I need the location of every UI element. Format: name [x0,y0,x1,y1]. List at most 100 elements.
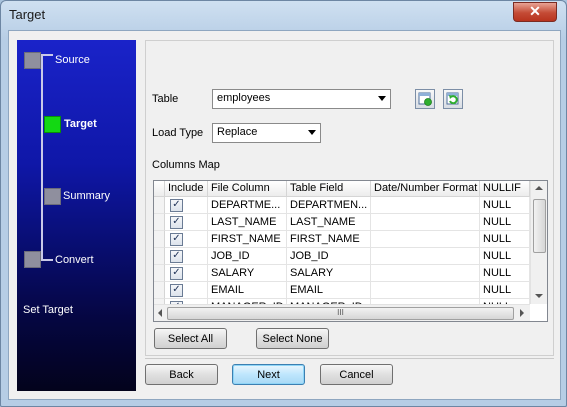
row-header[interactable] [154,231,165,248]
step-node-source [24,52,41,69]
table-select[interactable]: employees [212,89,391,109]
horizontal-scroll-thumb[interactable]: III [167,307,514,320]
footer-divider [145,358,554,359]
step-node-target [44,116,61,133]
table-row[interactable]: ✓ SALARY SALARY NULL [154,265,530,282]
step-label-source: Source [55,54,90,66]
row-header[interactable] [154,248,165,265]
include-checkbox[interactable]: ✓ [170,216,183,229]
select-all-button[interactable]: Select All [154,328,227,349]
row-header-corner [154,181,165,197]
column-header-date-number-format[interactable]: Date/Number Format [371,181,480,197]
column-header-file-column[interactable]: File Column [208,181,287,197]
nullif-cell[interactable]: NULL [480,214,530,231]
include-checkbox[interactable]: ✓ [170,250,183,263]
chevron-down-icon [308,130,316,135]
include-cell[interactable]: ✓ [165,265,208,282]
sidebar-caption: Set Target [23,304,73,316]
include-cell[interactable]: ✓ [165,248,208,265]
back-button[interactable]: Back [145,364,218,385]
file-column-cell[interactable]: SALARY [208,265,287,282]
table-row[interactable]: ✓ FIRST_NAME FIRST_NAME NULL [154,231,530,248]
scroll-left-icon[interactable] [158,309,162,317]
step-connector-bottom [41,259,53,261]
file-column-cell[interactable]: DEPARTME... [208,197,287,214]
file-column-cell[interactable]: FIRST_NAME [208,231,287,248]
format-cell[interactable] [371,231,480,248]
column-header-table-field[interactable]: Table Field [287,181,371,197]
select-none-button[interactable]: Select None [256,328,329,349]
include-cell[interactable]: ✓ [165,282,208,299]
step-connector-top [41,54,53,56]
nullif-cell[interactable]: NULL [480,231,530,248]
step-node-convert [24,251,41,268]
vertical-scrollbar[interactable] [530,181,547,304]
scroll-right-icon[interactable] [520,309,524,317]
vertical-scroll-thumb[interactable] [533,199,546,253]
format-cell[interactable] [371,265,480,282]
format-cell[interactable] [371,214,480,231]
columns-map-label: Columns Map [152,159,220,171]
include-cell[interactable]: ✓ [165,214,208,231]
table-field-cell[interactable]: SALARY [287,265,371,282]
table-field-cell[interactable]: FIRST_NAME [287,231,371,248]
column-header-nullif[interactable]: NULLIF [480,181,530,197]
table-field-cell[interactable]: LAST_NAME [287,214,371,231]
chevron-down-icon [378,96,386,101]
table-field-cell[interactable]: DEPARTMEN... [287,197,371,214]
column-header-include[interactable]: Include [165,181,208,197]
load-type-select-value: Replace [217,126,258,138]
close-icon: ✕ [529,3,541,19]
format-cell[interactable] [371,197,480,214]
file-column-cell[interactable]: EMAIL [208,282,287,299]
row-header[interactable] [154,282,165,299]
nullif-cell[interactable]: NULL [480,197,530,214]
window-title: Target [9,7,46,22]
table-row[interactable]: ✓ LAST_NAME LAST_NAME NULL [154,214,530,231]
table-row[interactable]: ✓ EMAIL EMAIL NULL [154,282,530,299]
include-checkbox[interactable]: ✓ [170,199,183,212]
include-checkbox[interactable]: ✓ [170,284,183,297]
nullif-cell[interactable]: NULL [480,282,530,299]
next-button[interactable]: Next [232,364,305,385]
new-table-icon [418,92,432,106]
table-field-cell[interactable]: JOB_ID [287,248,371,265]
include-checkbox[interactable]: ✓ [170,233,183,246]
load-type-select[interactable]: Replace [212,123,321,143]
include-checkbox[interactable]: ✓ [170,267,183,280]
nullif-cell[interactable]: NULL [480,265,530,282]
nullif-cell[interactable]: NULL [480,248,530,265]
refresh-table-button[interactable] [443,89,463,109]
wizard-sidebar: Source Target Summary Convert Set Target [17,40,136,391]
include-cell[interactable]: ✓ [165,231,208,248]
format-cell[interactable] [371,282,480,299]
row-header[interactable] [154,265,165,282]
row-header[interactable] [154,214,165,231]
dialog-body: Source Target Summary Convert Set Target… [8,30,561,400]
close-button[interactable]: ✕ [513,2,557,22]
target-panel: Table employees Load Type Replace Column… [145,40,554,356]
table-row[interactable]: ✓ JOB_ID JOB_ID NULL [154,248,530,265]
cancel-button[interactable]: Cancel [320,364,393,385]
scroll-down-icon[interactable] [535,294,543,298]
table-select-value: employees [217,92,271,104]
horizontal-scrollbar[interactable]: III [154,304,530,321]
scroll-up-icon[interactable] [535,186,543,190]
row-header[interactable] [154,197,165,214]
table-row[interactable]: ✓ DEPARTME... DEPARTMEN... NULL [154,197,530,214]
step-label-summary: Summary [63,190,111,202]
step-connector-vertical [41,54,43,261]
file-column-cell[interactable]: LAST_NAME [208,214,287,231]
include-cell[interactable]: ✓ [165,197,208,214]
dialog-window: Target ✕ Source Target Summary Convert S… [0,0,567,407]
format-cell[interactable] [371,248,480,265]
scroll-grip-icon: III [337,308,344,317]
step-node-summary [44,188,61,205]
file-column-cell[interactable]: JOB_ID [208,248,287,265]
table-field-cell[interactable]: EMAIL [287,282,371,299]
title-bar[interactable]: Target ✕ [1,1,566,31]
new-table-button[interactable] [415,89,435,109]
table-label: Table [152,93,179,105]
refresh-table-icon [446,92,459,105]
columns-map-grid[interactable]: Include File Column Table Field Date/Num… [153,180,548,322]
